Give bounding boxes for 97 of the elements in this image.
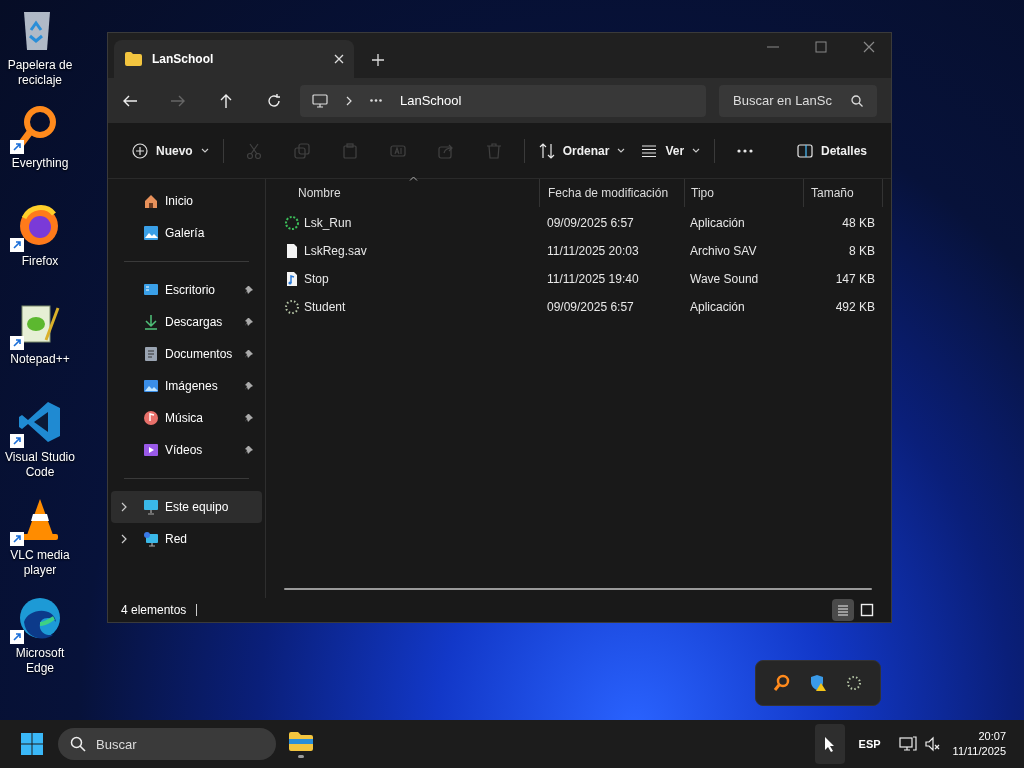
file-name[interactable]: Lsk_Run bbox=[304, 214, 352, 232]
file-name[interactable]: Stop bbox=[304, 270, 329, 288]
language-indicator[interactable]: ESP bbox=[858, 735, 881, 753]
size-cell-text: 492 KB bbox=[834, 299, 876, 316]
path-segment[interactable]: LanSchool bbox=[400, 90, 462, 111]
type-cell-text: Archivo SAV bbox=[689, 243, 758, 260]
clock-time[interactable]: 20:07 bbox=[978, 729, 1006, 744]
new-button[interactable]: Nuevo bbox=[124, 132, 217, 169]
picture-icon bbox=[143, 378, 159, 394]
nav-item[interactable]: Vídeos bbox=[111, 434, 262, 466]
column-header[interactable]: Nombre bbox=[266, 179, 539, 207]
refresh-icon[interactable] bbox=[266, 92, 282, 109]
date-cell-text: 11/11/2025 19:40 bbox=[546, 271, 640, 288]
up-arrow-icon[interactable] bbox=[218, 92, 234, 109]
desktop-icon-label[interactable]: Papelera de reciclaje bbox=[1, 58, 79, 88]
file-icon bbox=[284, 243, 300, 259]
loading-ring-icon bbox=[284, 299, 300, 315]
desktop-icon-label[interactable]: VLC media player bbox=[1, 548, 79, 578]
loading-ring-icon bbox=[284, 215, 300, 231]
nav-item[interactable]: Galería bbox=[111, 217, 262, 249]
file-name[interactable]: Student bbox=[304, 298, 346, 316]
column-header[interactable]: Tipo bbox=[684, 179, 803, 207]
play-icon bbox=[143, 442, 159, 458]
details-button[interactable]: Detalles bbox=[788, 132, 875, 169]
desktop-icon-label[interactable]: Everything bbox=[1, 156, 79, 171]
nav-item[interactable]: Red bbox=[111, 523, 262, 555]
chevron-down-icon bbox=[617, 148, 626, 153]
monitor-icon bbox=[312, 93, 328, 108]
desktop-icon-label[interactable]: Visual Studio Code bbox=[1, 450, 79, 480]
desktop-icon bbox=[143, 282, 159, 298]
tab[interactable]: LanSchool bbox=[114, 40, 354, 78]
clock-date[interactable]: 11/11/2025 bbox=[952, 744, 1006, 759]
sort-caret-icon bbox=[409, 176, 418, 181]
view-button[interactable]: Ver bbox=[633, 132, 709, 169]
music-note-icon bbox=[143, 410, 159, 426]
loading-ring-icon[interactable] bbox=[845, 674, 863, 692]
taskbar-search-field[interactable]: Buscar bbox=[58, 728, 276, 760]
address-bar[interactable]: LanSchool bbox=[300, 84, 706, 117]
chevron-right-icon[interactable] bbox=[121, 502, 127, 512]
nav-item[interactable]: Escritorio bbox=[111, 274, 262, 306]
desktop-icon-label[interactable]: Microsoft Edge bbox=[1, 646, 79, 676]
shield-warning-icon[interactable] bbox=[809, 674, 827, 692]
folder-icon bbox=[124, 51, 142, 67]
chevron-down-icon bbox=[200, 148, 209, 153]
nav-item[interactable]: Documentos bbox=[111, 338, 262, 370]
nav-item[interactable]: Música bbox=[111, 402, 262, 434]
picture-icon bbox=[143, 225, 159, 241]
desktop-icon-label[interactable]: Notepad++ bbox=[1, 352, 79, 367]
type-cell-text: Aplicación bbox=[689, 299, 746, 316]
network-icon bbox=[143, 531, 159, 547]
download-icon bbox=[143, 314, 159, 330]
document-icon bbox=[143, 346, 159, 362]
date-cell-text: 09/09/2025 6:57 bbox=[546, 299, 635, 316]
chevron-right-icon[interactable] bbox=[121, 534, 127, 544]
size-cell-text: 48 KB bbox=[841, 215, 876, 232]
network-monitor-icon[interactable] bbox=[898, 736, 917, 752]
search-icon bbox=[851, 94, 863, 107]
desktop-icon-label[interactable]: Firefox bbox=[1, 254, 79, 269]
sort-button[interactable]: Ordenar bbox=[530, 132, 634, 169]
audio-file-icon bbox=[284, 271, 300, 287]
house-icon bbox=[143, 193, 159, 209]
text-cursor bbox=[196, 604, 198, 616]
tab-title: LanSchool bbox=[152, 51, 215, 68]
search-icon bbox=[70, 736, 86, 752]
ellipsis-icon[interactable] bbox=[370, 99, 382, 102]
tiles-view-icon bbox=[859, 602, 875, 618]
search-field[interactable]: Buscar en LanSc bbox=[719, 84, 877, 117]
size-cell-text: 147 KB bbox=[834, 271, 876, 288]
size-cell-text: 8 KB bbox=[848, 243, 876, 260]
nav-item[interactable]: Inicio bbox=[111, 185, 262, 217]
plus-icon[interactable] bbox=[372, 54, 384, 66]
type-cell-text: Aplicación bbox=[689, 215, 746, 232]
item-count: 4 elementos bbox=[121, 602, 187, 619]
column-header[interactable]: Fecha de modificación bbox=[539, 179, 684, 207]
details-view-icon bbox=[835, 602, 851, 618]
nav-item[interactable]: Este equipo bbox=[111, 491, 262, 523]
pointer-icon bbox=[823, 736, 836, 752]
details-view-button[interactable] bbox=[832, 599, 854, 621]
start-windows-icon[interactable] bbox=[20, 732, 44, 756]
close-icon[interactable] bbox=[863, 41, 875, 53]
type-cell-text: Wave Sound bbox=[689, 271, 760, 288]
monitor-icon bbox=[143, 499, 159, 515]
date-cell-text: 09/09/2025 6:57 bbox=[546, 215, 635, 232]
speaker-muted-icon[interactable] bbox=[924, 736, 941, 752]
chevron-right-icon bbox=[346, 95, 352, 106]
show-hidden-icons-button[interactable] bbox=[814, 724, 845, 764]
magnifier-icon[interactable] bbox=[773, 674, 791, 692]
horizontal-scrollbar[interactable] bbox=[284, 588, 872, 590]
folder-icon[interactable] bbox=[288, 730, 314, 752]
chevron-down-icon bbox=[692, 148, 701, 153]
column-header[interactable]: Tamaño bbox=[803, 179, 883, 207]
maximize-icon[interactable] bbox=[815, 41, 827, 53]
file-name[interactable]: LskReg.sav bbox=[304, 242, 367, 260]
date-cell-text: 11/11/2025 20:03 bbox=[546, 243, 640, 260]
running-indicator bbox=[298, 755, 304, 758]
nav-item[interactable]: Descargas bbox=[111, 306, 262, 338]
nav-item[interactable]: Imágenes bbox=[111, 370, 262, 402]
